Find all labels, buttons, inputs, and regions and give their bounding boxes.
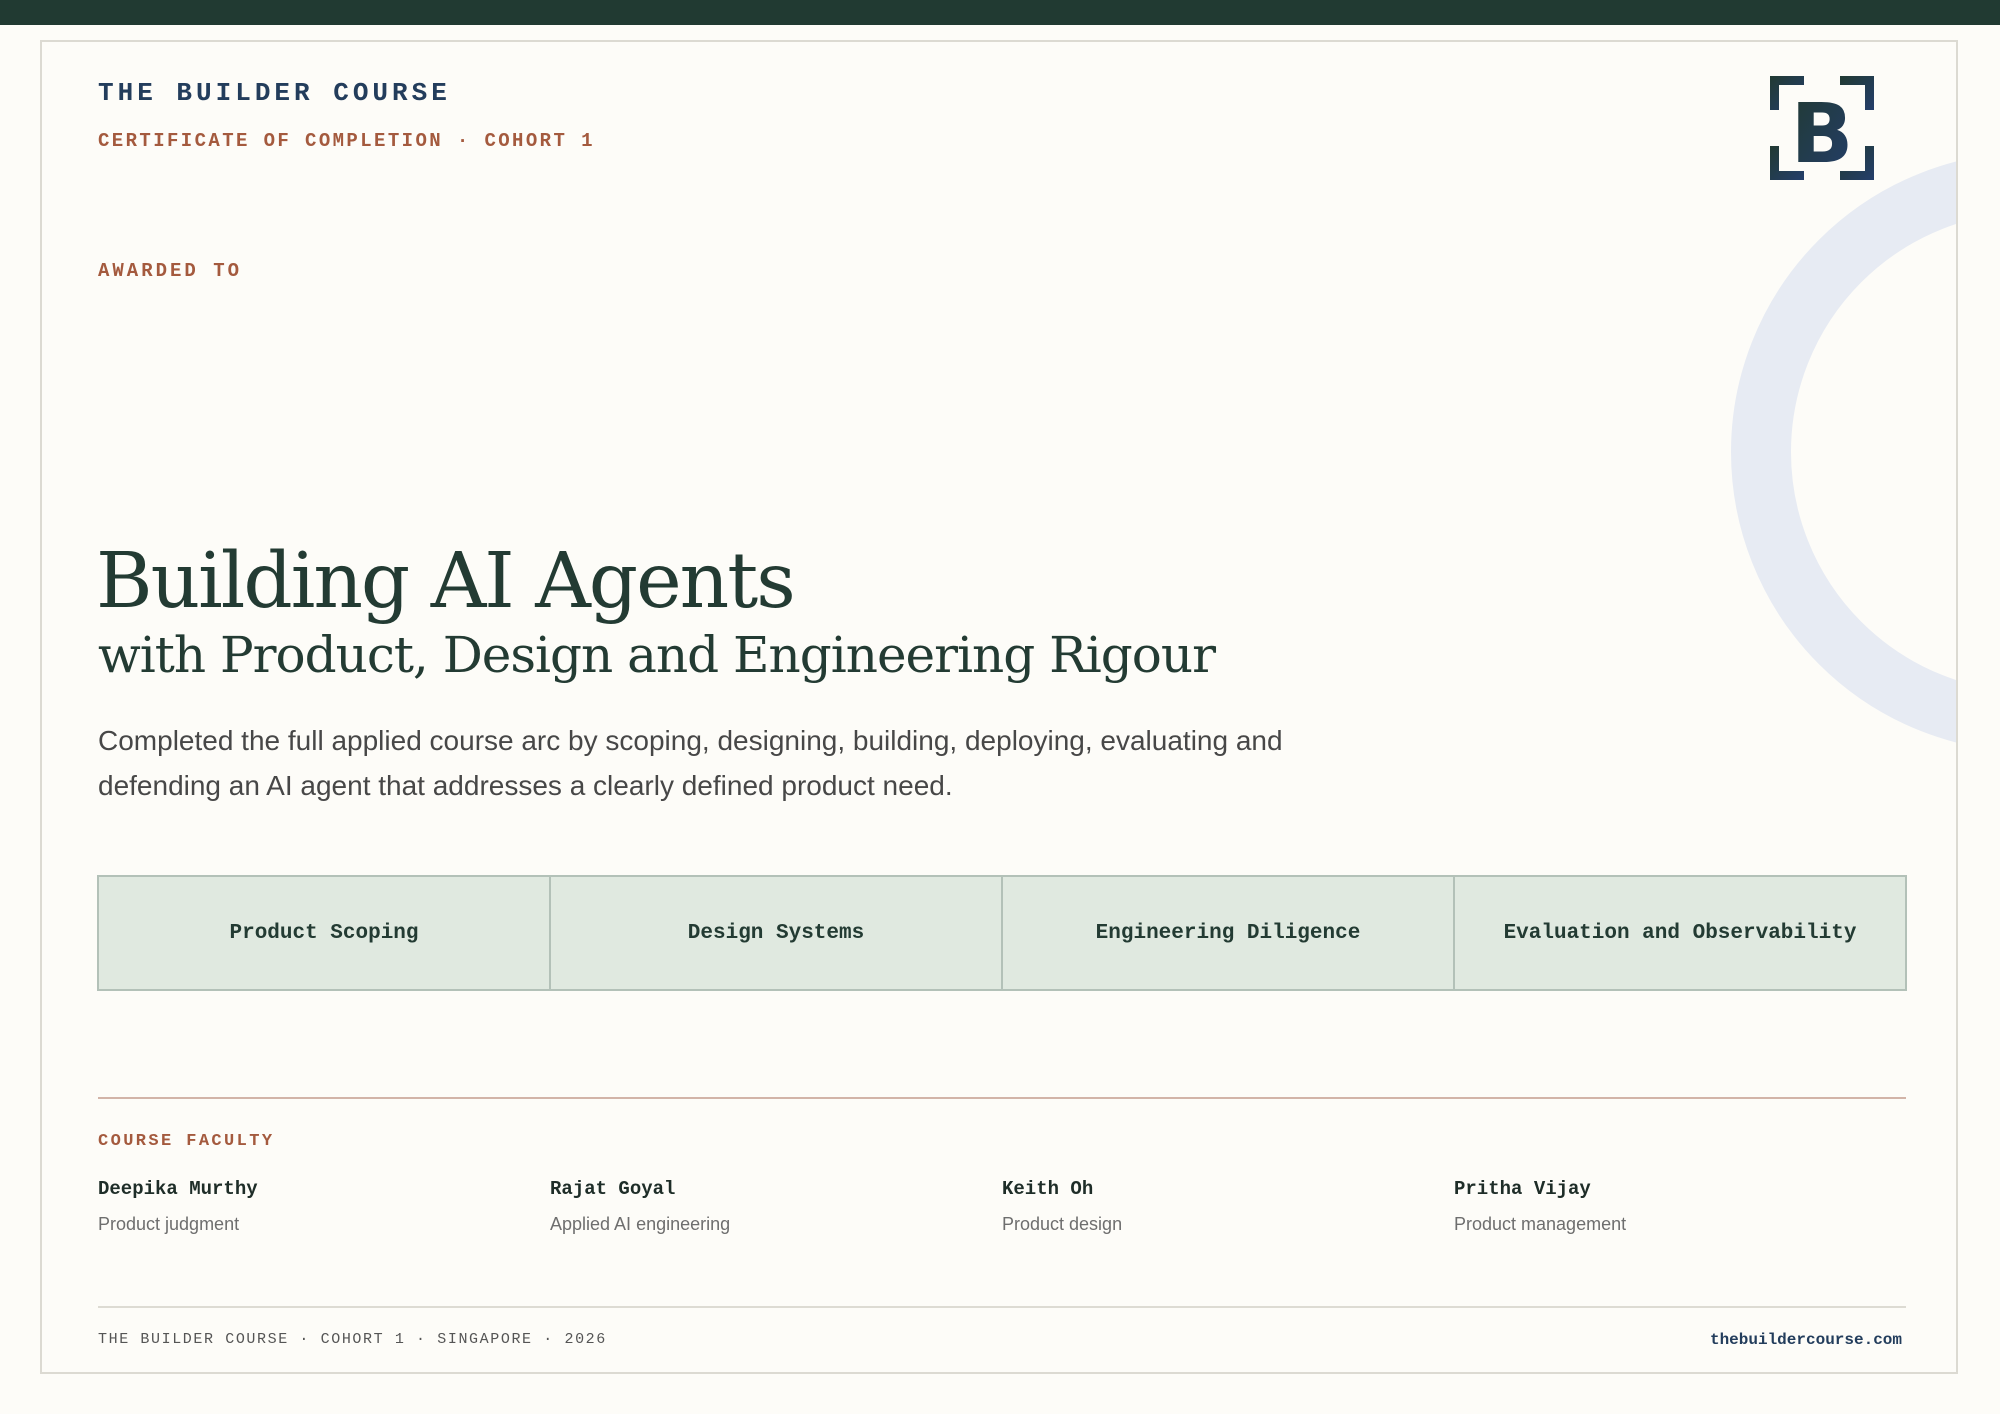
logo-letter: B: [1791, 87, 1854, 180]
faculty-name: Deepika Murthy: [98, 1178, 258, 1200]
bracket-b-logo-icon: B: [1770, 76, 1874, 180]
top-accent-bar: [0, 0, 2000, 25]
certificate-subheading: CERTIFICATE OF COMPLETION · COHORT 1: [98, 130, 595, 152]
faculty-member: Deepika Murthy Product judgment: [98, 1178, 550, 1235]
course-description: Completed the full applied course arc by…: [98, 725, 1283, 801]
faculty-role: Applied AI engineering: [550, 1214, 731, 1234]
faculty-member: Pritha Vijay Product management: [1454, 1178, 1906, 1235]
skill-cell: Product Scoping: [99, 877, 551, 989]
website-link[interactable]: thebuildercourse.com: [1710, 1331, 1902, 1349]
faculty-list: Deepika Murthy Product judgment Rajat Go…: [98, 1178, 1906, 1235]
faculty-role: Product design: [1002, 1214, 1123, 1234]
divider: [98, 1097, 1906, 1099]
footer-info: THE BUILDER COURSE · COHORT 1 · SINGAPOR…: [98, 1331, 607, 1348]
course-subtitle: with Product, Design and Engineering Rig…: [98, 626, 1216, 684]
footer-divider: [98, 1306, 1906, 1308]
skill-cell: Engineering Diligence: [1003, 877, 1455, 989]
faculty-name: Pritha Vijay: [1454, 1178, 1591, 1200]
awarded-to-label: AWARDED TO: [98, 260, 243, 282]
faculty-member: Rajat Goyal Applied AI engineering: [550, 1178, 1002, 1235]
skills-grid: Product Scoping Design Systems Engineeri…: [97, 875, 1907, 991]
skill-cell: Design Systems: [551, 877, 1003, 989]
brand-name: THE BUILDER COURSE: [98, 78, 451, 108]
faculty-role: Product judgment: [98, 1214, 240, 1234]
faculty-role: Product management: [1454, 1214, 1627, 1234]
faculty-name: Rajat Goyal: [550, 1178, 676, 1200]
decorative-ring: [1731, 152, 1956, 752]
skill-cell: Evaluation and Observability: [1503, 921, 1857, 945]
faculty-name: Keith Oh: [1002, 1178, 1094, 1200]
certificate-frame: THE BUILDER COURSE CERTIFICATE OF COMPLE…: [40, 40, 1958, 1374]
course-title: Building AI Agents: [96, 537, 796, 626]
faculty-member: Keith Oh Product design: [1002, 1178, 1454, 1235]
faculty-label: COURSE FACULTY: [98, 1132, 275, 1151]
